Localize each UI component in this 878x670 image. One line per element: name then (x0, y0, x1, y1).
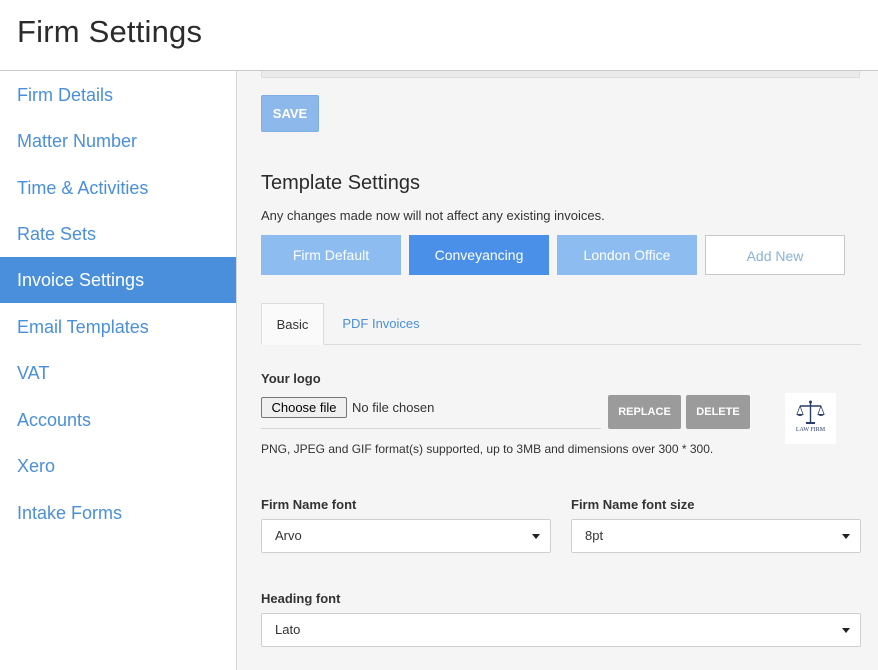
logo-preview-text: LAW FIRM (795, 427, 826, 433)
page-header: Firm Settings (0, 0, 878, 71)
page-title: Firm Settings (17, 14, 203, 49)
logo-help-text: PNG, JPEG and GIF format(s) supported, u… (261, 442, 714, 456)
heading-font-value: Lato (275, 622, 301, 637)
tab-pdf-invoices[interactable]: PDF Invoices (333, 303, 429, 345)
heading-font-label: Heading font (261, 591, 341, 606)
sidebar-item-time-activities[interactable]: Time & Activities (0, 165, 236, 211)
firm-name-font-size-label: Firm Name font size (571, 497, 695, 512)
firm-name-font-size-value: 8pt (585, 528, 604, 543)
sidebar-item-intake-forms[interactable]: Intake Forms (0, 490, 236, 536)
chevron-down-icon (532, 534, 540, 539)
sidebar-item-firm-details[interactable]: Firm Details (0, 72, 236, 118)
scales-of-justice-icon (796, 400, 825, 424)
logo-file-input[interactable]: Choose file No file chosen (261, 395, 601, 429)
chevron-down-icon (842, 534, 850, 539)
main-content: SAVE Template Settings Any changes made … (237, 71, 878, 670)
delete-logo-button[interactable]: DELETE (686, 395, 750, 429)
firm-name-font-select[interactable]: Arvo (261, 519, 551, 553)
sidebar-item-invoice-settings[interactable]: Invoice Settings (0, 257, 236, 303)
sidebar-item-email-templates[interactable]: Email Templates (0, 304, 236, 350)
previous-section-panel (261, 71, 860, 78)
settings-sidebar: Firm Details Matter Number Time & Activi… (0, 71, 237, 670)
template-conveyancing-button[interactable]: Conveyancing (409, 235, 549, 275)
firm-name-font-value: Arvo (275, 528, 302, 543)
tab-basic[interactable]: Basic (261, 303, 324, 345)
sidebar-item-xero[interactable]: Xero (0, 443, 236, 489)
template-add-new-button[interactable]: Add New (705, 235, 845, 275)
template-london-office-button[interactable]: London Office (557, 235, 697, 275)
sidebar-item-rate-sets[interactable]: Rate Sets (0, 211, 236, 257)
chevron-down-icon (842, 628, 850, 633)
template-settings-title: Template Settings (261, 172, 420, 194)
firm-name-font-size-select[interactable]: 8pt (571, 519, 861, 553)
heading-font-select[interactable]: Lato (261, 613, 861, 647)
firm-name-font-label: Firm Name font (261, 497, 357, 512)
sidebar-item-matter-number[interactable]: Matter Number (0, 118, 236, 164)
replace-logo-button[interactable]: REPLACE (608, 395, 681, 429)
sidebar-item-vat[interactable]: VAT (0, 350, 236, 396)
choose-file-button[interactable]: Choose file (261, 397, 347, 418)
template-settings-note: Any changes made now will not affect any… (261, 208, 605, 223)
logo-preview: LAW FIRM (785, 393, 836, 444)
template-firm-default-button[interactable]: Firm Default (261, 235, 401, 275)
file-status-text: No file chosen (352, 400, 435, 415)
save-button[interactable]: SAVE (261, 95, 319, 132)
logo-label: Your logo (261, 371, 321, 386)
sidebar-item-accounts[interactable]: Accounts (0, 397, 236, 443)
